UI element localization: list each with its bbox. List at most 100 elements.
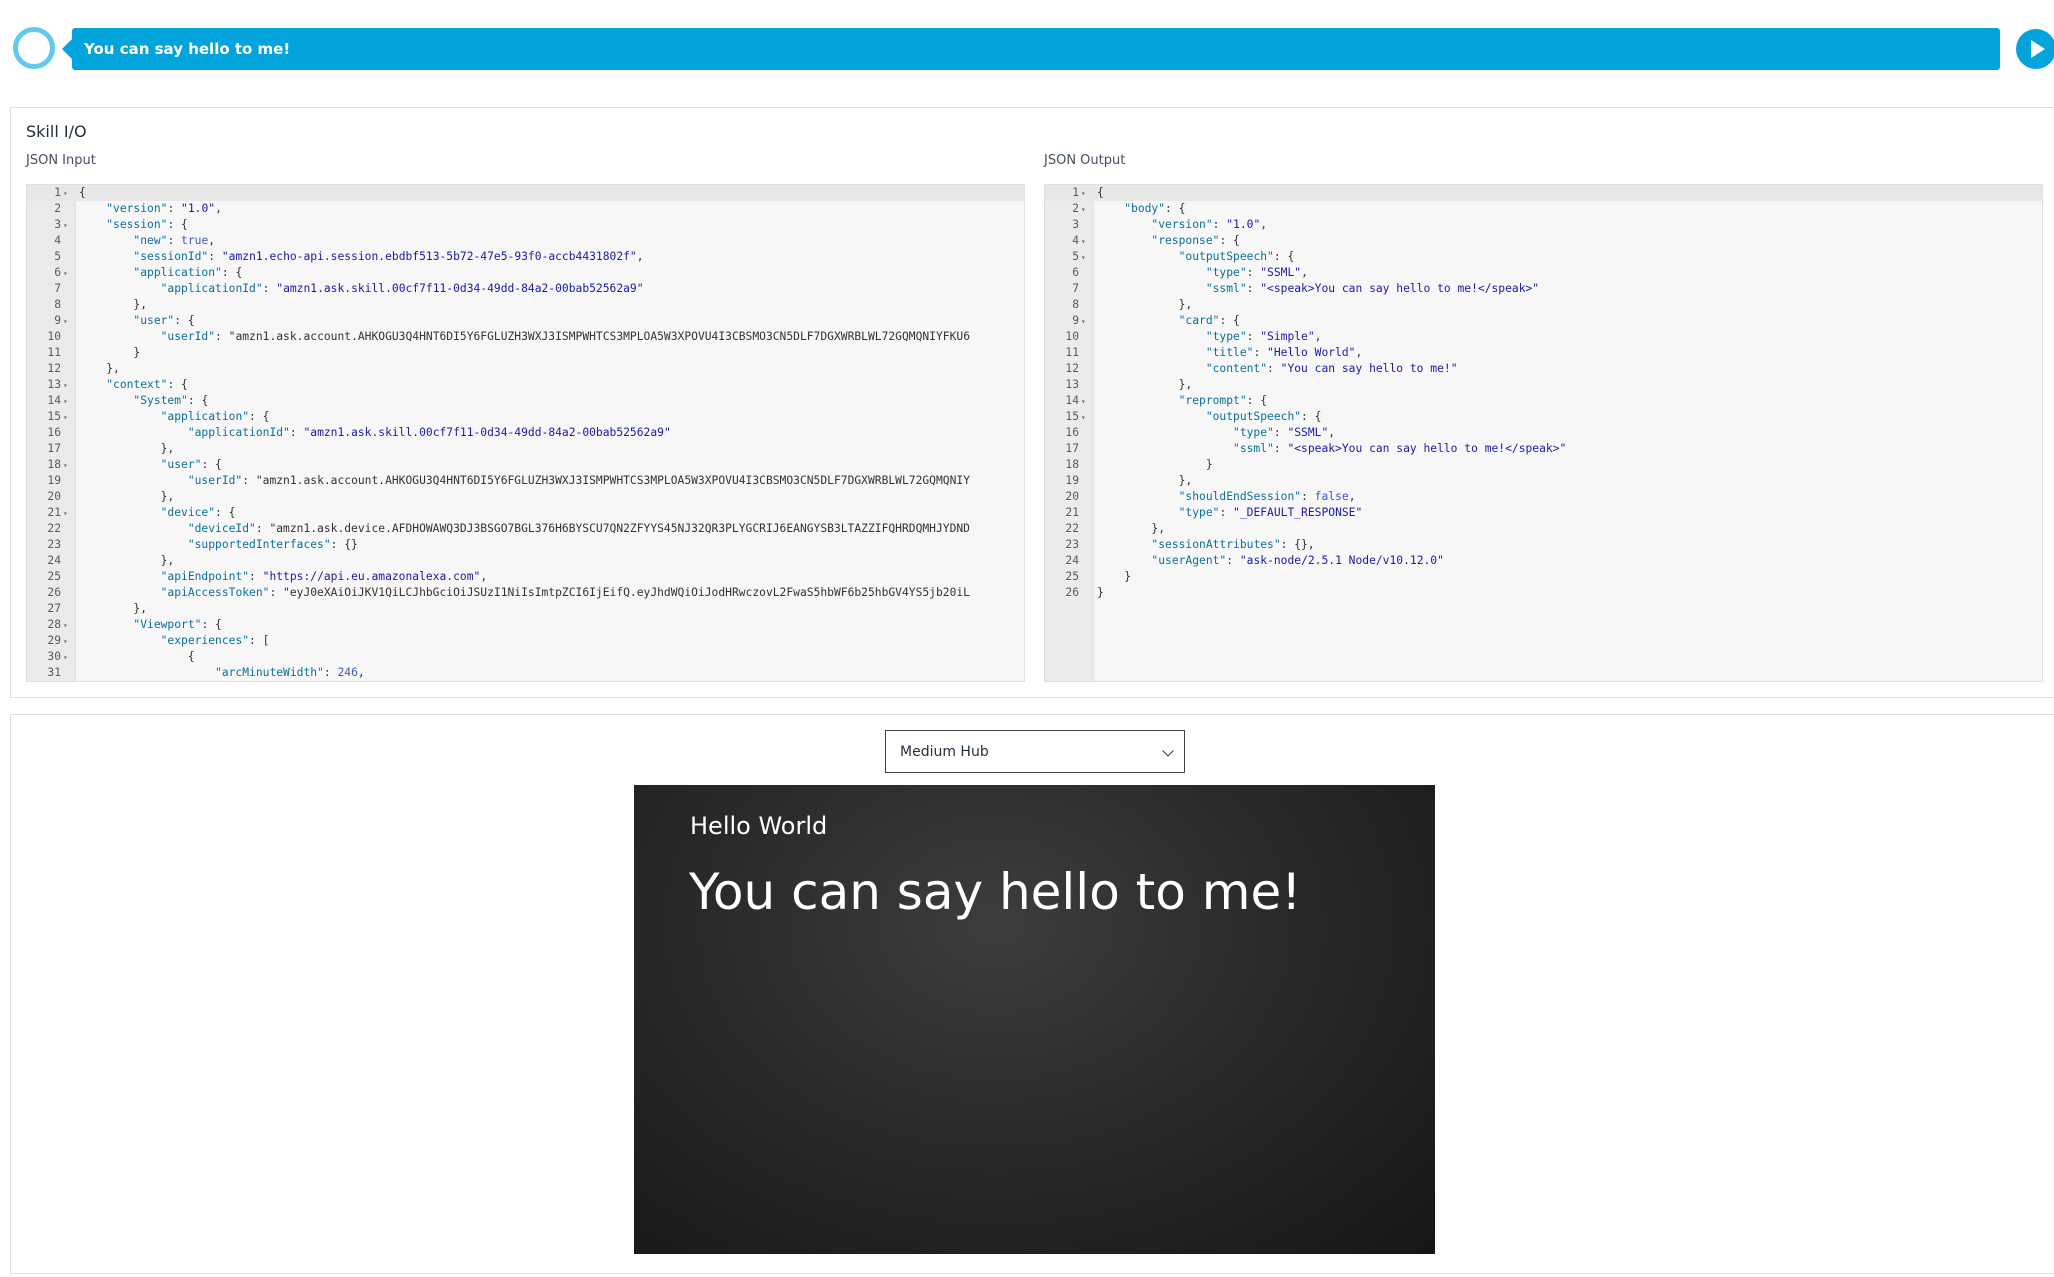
code-text: }, bbox=[1097, 522, 1166, 535]
line-number: 19 bbox=[1065, 474, 1079, 487]
code-text: "user": { bbox=[160, 458, 222, 471]
line-number: 25 bbox=[47, 570, 61, 583]
code-line: 2 ▾ "body": { bbox=[1045, 201, 1566, 217]
fold-arrow-icon[interactable]: ▾ bbox=[1079, 202, 1093, 218]
code-line: 17 }, bbox=[27, 441, 970, 457]
fold-arrow-icon[interactable]: ▾ bbox=[61, 218, 75, 234]
line-number: 10 bbox=[1065, 330, 1079, 343]
code-text: "userAgent": "ask-node/2.5.1 Node/v10.12… bbox=[1151, 554, 1444, 567]
fold-arrow-icon[interactable]: ▾ bbox=[1079, 234, 1093, 250]
fold-arrow-icon[interactable]: ▾ bbox=[61, 506, 75, 522]
device-preview-panel: Medium Hub Hello World You can say hello… bbox=[10, 714, 2054, 1274]
code-text: "System": { bbox=[133, 394, 209, 407]
device-select[interactable]: Medium Hub bbox=[885, 730, 1185, 773]
code-line: 18 ▾ "user": { bbox=[27, 457, 970, 473]
line-number: 4 bbox=[1072, 234, 1079, 247]
code-text: "userId": "amzn1.ask.account.AHKOGU3Q4HN… bbox=[160, 330, 970, 343]
fold-arrow-icon[interactable]: ▾ bbox=[1079, 314, 1093, 330]
code-line: 5 "sessionId": "amzn1.echo-api.session.e… bbox=[27, 249, 970, 265]
code-text: "reprompt": { bbox=[1178, 394, 1268, 407]
code-text: "user": { bbox=[133, 314, 195, 327]
line-number: 10 bbox=[47, 330, 61, 343]
code-text: "userId": "amzn1.ask.account.AHKOGU3Q4HN… bbox=[187, 474, 970, 487]
json-input-code: 1 ▾{2 "version": "1.0", 3 ▾ "session": {4 "… bbox=[27, 185, 970, 681]
fold-arrow-icon[interactable]: ▾ bbox=[61, 314, 75, 330]
line-number: 20 bbox=[47, 490, 61, 503]
line-number: 2 bbox=[1072, 202, 1079, 215]
line-number: 7 bbox=[1072, 282, 1079, 295]
code-text: "deviceId": "amzn1.ask.device.AFDHOWAWQ3… bbox=[187, 522, 970, 535]
code-line: 24 "userAgent": "ask-node/2.5.1 Node/v10… bbox=[1045, 553, 1566, 569]
code-line: 29 ▾ "experiences": [ bbox=[27, 633, 970, 649]
json-input-editor[interactable]: 1 ▾{2 "version": "1.0", 3 ▾ "session": {4 "… bbox=[26, 184, 1025, 682]
line-number: 23 bbox=[47, 538, 61, 551]
line-number: 3 bbox=[1072, 218, 1079, 231]
code-text: "apiEndpoint": "https://api.eu.amazonale… bbox=[160, 570, 488, 583]
code-text: "response": { bbox=[1151, 234, 1240, 247]
line-number: 18 bbox=[1065, 458, 1079, 471]
code-line: 4 "new": true, bbox=[27, 233, 970, 249]
line-number: 16 bbox=[47, 426, 61, 439]
fold-arrow-icon[interactable]: ▾ bbox=[1079, 250, 1093, 266]
line-number: 11 bbox=[47, 346, 61, 359]
code-text: "new": true, bbox=[133, 234, 216, 247]
fold-arrow-icon[interactable]: ▾ bbox=[1079, 410, 1093, 426]
line-number: 6 bbox=[54, 266, 61, 279]
code-text: }, bbox=[79, 442, 175, 455]
play-icon[interactable] bbox=[2016, 29, 2054, 69]
code-line: 16 "type": "SSML", bbox=[1045, 425, 1566, 441]
line-number: 26 bbox=[47, 586, 61, 599]
line-number: 13 bbox=[47, 378, 61, 391]
fold-arrow-icon[interactable]: ▾ bbox=[61, 186, 75, 202]
code-text: "content": "You can say hello to me!" bbox=[1205, 362, 1458, 375]
skill-io-panel: Skill I/O JSON Input JSON Output 1 ▾{2 "v… bbox=[10, 107, 2054, 698]
code-line: 8 }, bbox=[27, 297, 970, 313]
fold-arrow-icon[interactable]: ▾ bbox=[61, 266, 75, 282]
fold-arrow-icon[interactable]: ▾ bbox=[61, 410, 75, 426]
line-number: 9 bbox=[1072, 314, 1079, 327]
code-text: } bbox=[1097, 458, 1213, 471]
code-text: "sessionId": "amzn1.echo-api.session.ebd… bbox=[133, 250, 644, 263]
code-line: 19 }, bbox=[1045, 473, 1566, 489]
code-text: "application": { bbox=[160, 410, 270, 423]
code-text: "ssml": "<speak>You can say hello to me!… bbox=[1205, 282, 1540, 295]
line-number: 1 bbox=[1072, 186, 1079, 199]
line-number: 31 bbox=[47, 666, 61, 679]
code-text: "applicationId": "amzn1.ask.skill.00cf7f… bbox=[187, 426, 671, 439]
line-number: 24 bbox=[47, 554, 61, 567]
line-number: 8 bbox=[54, 298, 61, 311]
fold-arrow-icon[interactable]: ▾ bbox=[61, 458, 75, 474]
fold-arrow-icon[interactable]: ▾ bbox=[1079, 394, 1093, 410]
line-number: 14 bbox=[1065, 394, 1079, 407]
code-text: "ssml": "<speak>You can say hello to me!… bbox=[1233, 442, 1567, 455]
line-number: 5 bbox=[1072, 250, 1079, 263]
code-line: 30 ▾ { bbox=[27, 649, 970, 665]
fold-arrow-icon[interactable]: ▾ bbox=[1079, 186, 1093, 202]
code-line: 12 "content": "You can say hello to me!" bbox=[1045, 361, 1566, 377]
line-number: 19 bbox=[47, 474, 61, 487]
speech-text: You can say hello to me! bbox=[84, 40, 291, 58]
fold-arrow-icon[interactable]: ▾ bbox=[61, 394, 75, 410]
line-number: 14 bbox=[47, 394, 61, 407]
code-line: 15 ▾ "outputSpeech": { bbox=[1045, 409, 1566, 425]
code-line: 3 "version": "1.0", bbox=[1045, 217, 1566, 233]
code-line: 11 "title": "Hello World", bbox=[1045, 345, 1566, 361]
fold-arrow-icon[interactable]: ▾ bbox=[61, 650, 75, 666]
line-number: 28 bbox=[47, 618, 61, 631]
code-text: "type": "SSML", bbox=[1233, 426, 1336, 439]
code-text: }, bbox=[79, 554, 175, 567]
code-line: 7 "ssml": "<speak>You can say hello to m… bbox=[1045, 281, 1566, 297]
code-text: "shouldEndSession": false, bbox=[1178, 490, 1356, 503]
fold-arrow-icon[interactable]: ▾ bbox=[61, 378, 75, 394]
line-number: 21 bbox=[47, 506, 61, 519]
line-number: 5 bbox=[54, 250, 61, 263]
code-line: 26} bbox=[1045, 585, 1566, 601]
code-line: 21 "type": "_DEFAULT_RESPONSE" bbox=[1045, 505, 1566, 521]
code-line: 31 "arcMinuteWidth": 246, bbox=[27, 665, 970, 681]
code-line: 23 "supportedInterfaces": {} bbox=[27, 537, 970, 553]
fold-arrow-icon[interactable]: ▾ bbox=[61, 634, 75, 650]
line-number: 12 bbox=[1065, 362, 1079, 375]
fold-arrow-icon[interactable]: ▾ bbox=[61, 618, 75, 634]
code-line: 27 }, bbox=[27, 601, 970, 617]
json-output-editor[interactable]: 1 ▾{2 ▾ "body": {3 "version": "1.0", 4 ▾ "re… bbox=[1044, 184, 2043, 682]
